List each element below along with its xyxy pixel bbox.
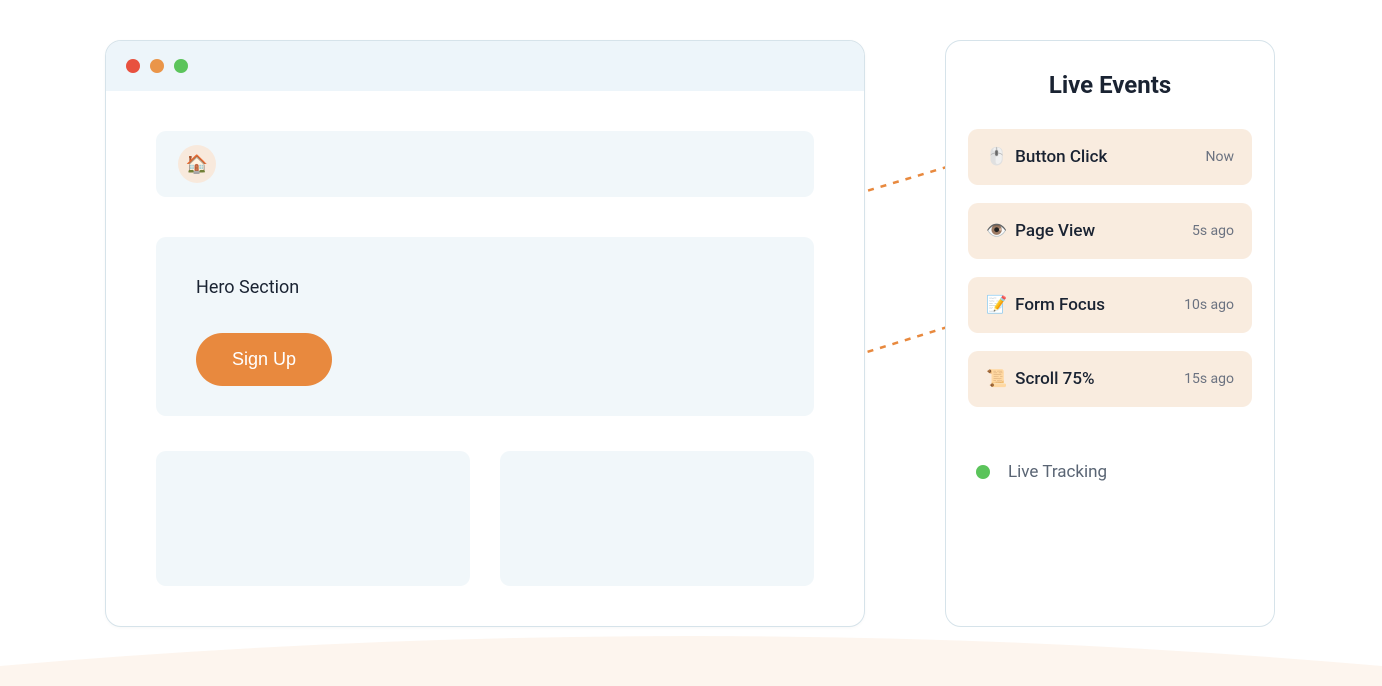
event-item: 🖱️ Button Click Now	[968, 129, 1252, 185]
events-panel-title: Live Events	[968, 71, 1252, 99]
event-label: Scroll 75%	[1015, 369, 1094, 389]
traffic-light-close[interactable]	[126, 59, 140, 73]
traffic-light-maximize[interactable]	[174, 59, 188, 73]
mouse-icon: 🖱️	[986, 147, 1007, 167]
eye-icon: 👁️	[986, 221, 1007, 241]
traffic-light-minimize[interactable]	[150, 59, 164, 73]
event-item: 👁️ Page View 5s ago	[968, 203, 1252, 259]
hero-section: Hero Section Sign Up	[156, 237, 814, 416]
live-tracking-status: Live Tracking	[968, 462, 1252, 482]
home-icon[interactable]: 🏠	[178, 145, 216, 183]
event-item: 📜 Scroll 75% 15s ago	[968, 351, 1252, 407]
event-item: 📝 Form Focus 10s ago	[968, 277, 1252, 333]
event-time: 5s ago	[1192, 223, 1234, 239]
event-time: Now	[1206, 149, 1235, 165]
scroll-icon: 📜	[986, 369, 1007, 389]
browser-window: 🏠 Hero Section Sign Up	[105, 40, 865, 627]
event-label: Button Click	[1015, 147, 1107, 167]
card-placeholder	[156, 451, 470, 586]
event-label: Form Focus	[1015, 295, 1105, 315]
signup-button[interactable]: Sign Up	[196, 333, 332, 386]
live-tracking-label: Live Tracking	[1008, 462, 1107, 482]
live-status-dot-icon	[976, 465, 990, 479]
cards-row	[156, 451, 814, 586]
nav-bar: 🏠	[156, 131, 814, 197]
event-time: 10s ago	[1184, 297, 1234, 313]
hero-section-label: Hero Section	[196, 277, 774, 298]
event-time: 15s ago	[1184, 371, 1234, 387]
browser-titlebar	[106, 41, 864, 91]
form-icon: 📝	[986, 295, 1007, 315]
event-label: Page View	[1015, 221, 1095, 241]
browser-body: 🏠 Hero Section Sign Up	[106, 91, 864, 626]
live-events-panel: Live Events 🖱️ Button Click Now 👁️ Page …	[945, 40, 1275, 627]
events-list: 🖱️ Button Click Now 👁️ Page View 5s ago …	[968, 129, 1252, 407]
card-placeholder	[500, 451, 814, 586]
